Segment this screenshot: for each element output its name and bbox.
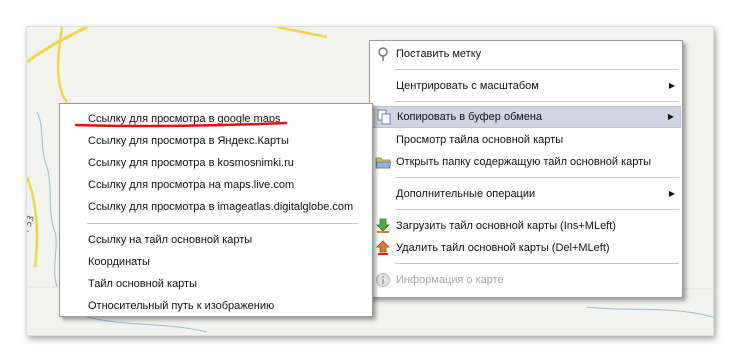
menu-item-map-info[interactable]: Информация о карте [371, 269, 681, 291]
submenu-item-yandex-maps-link[interactable]: Ссылку для просмотра в Яндекс.Карты [61, 130, 371, 152]
folder-icon [375, 157, 391, 169]
menu-separator [395, 101, 679, 102]
map-context-menu: Поставить метку Центрировать с масштабом… [369, 40, 683, 298]
copy-icon [377, 109, 391, 125]
menu-item-center-with-zoom[interactable]: Центрировать с масштабом ▶ [371, 75, 681, 97]
submenu-item-imageatlas-link[interactable]: Ссылку для просмотра в imageatlas.digita… [61, 196, 371, 218]
menu-separator [395, 69, 679, 70]
menu-separator [395, 209, 679, 210]
submenu-item-main-tile[interactable]: Тайл основной карты [61, 273, 371, 295]
submenu-item-maps-live-link[interactable]: Ссылку для просмотра на maps.live.com [61, 174, 371, 196]
submenu-item-relative-path[interactable]: Относительный путь к изображению [61, 295, 371, 317]
submenu-arrow-icon: ▶ [668, 81, 675, 90]
submenu-item-tile-link[interactable]: Ссылку на тайл основной карты [61, 229, 371, 251]
menu-separator [395, 263, 679, 264]
submenu-item-kosmosnimki-link[interactable]: Ссылку для просмотра в kosmosnimki.ru [61, 152, 371, 174]
menu-item-load-tile[interactable]: Загрузить тайл основной карты (Ins+MLeft… [371, 215, 681, 237]
menu-separator [87, 223, 358, 224]
menu-item-delete-tile[interactable]: Удалить тайл основной карты (Del+MLeft) [371, 237, 681, 259]
copy-submenu: Ссылку для просмотра в google maps Ссылк… [59, 103, 373, 317]
menu-item-additional-operations[interactable]: Дополнительные операции ▶ [371, 183, 681, 205]
info-icon [376, 273, 390, 287]
submenu-item-coordinates[interactable]: Координаты [61, 251, 371, 273]
menu-item-view-tile[interactable]: Просмотр тайла основной карты [371, 129, 681, 151]
delete-icon [376, 240, 390, 255]
download-icon [376, 218, 390, 233]
menu-item-open-tile-folder[interactable]: Открыть папку содержащую тайл основной к… [371, 151, 681, 173]
submenu-arrow-icon: ▶ [668, 189, 675, 198]
menu-item-copy-to-clipboard[interactable]: Копировать в буфер обмена ▶ [371, 106, 681, 128]
pin-icon [378, 47, 388, 61]
menu-item-place-marker[interactable]: Поставить метку [371, 43, 681, 65]
menu-separator [395, 177, 679, 178]
submenu-arrow-icon: ▶ [667, 112, 674, 121]
red-underline-annotation [74, 121, 288, 128]
